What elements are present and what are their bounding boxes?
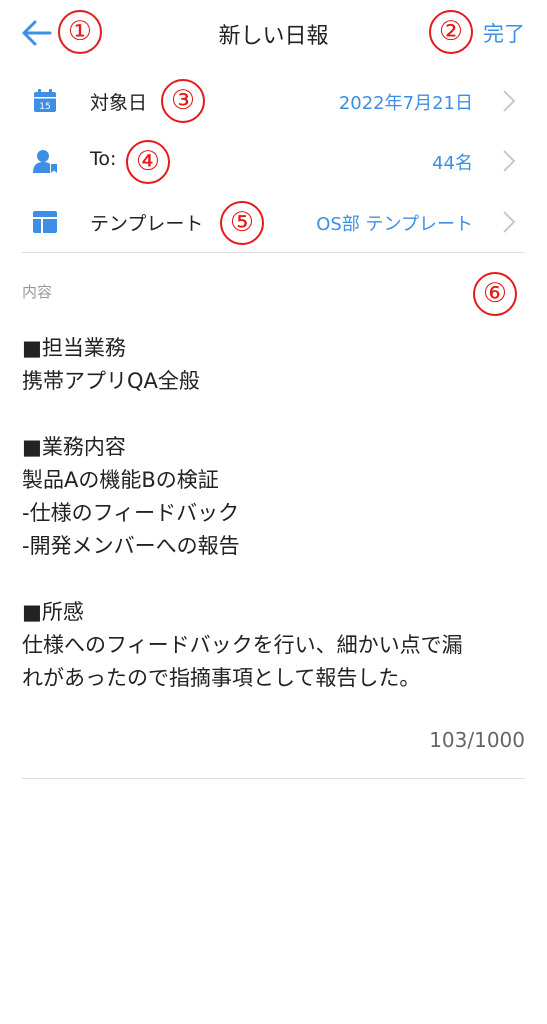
to-label: To: [90,148,117,170]
to-value[interactable]: 44名 [432,149,473,175]
annotation-marker-6: ⑥ [473,272,517,316]
divider [22,778,525,779]
divider [22,252,525,253]
template-icon [33,211,57,233]
chevron-right-icon [503,150,516,172]
annotation-marker-2: ② [429,10,473,54]
to-row[interactable]: To: 44名 [0,131,547,191]
calendar-day-text: 15 [39,102,50,112]
character-counter: 103/1000 [429,728,525,752]
content-textarea[interactable]: ■担当業務 携帯アプリQA全般 ■業務内容 製品Aの機能Bの検証 -仕様のフィー… [22,332,532,695]
date-value[interactable]: 2022年7月21日 [339,89,473,115]
template-row[interactable]: テンプレート OS部 テンプレート [0,192,547,252]
chevron-right-icon [503,90,516,112]
calendar-icon: 15 [34,89,56,112]
done-button[interactable]: 完了 [483,18,525,48]
date-row[interactable]: 15 対象日 2022年7月21日 [0,71,547,131]
person-icon [33,150,57,173]
content-label: 内容 [22,283,53,301]
date-label: 対象日 [90,92,148,114]
annotation-marker-1: ① [58,10,102,54]
template-label: テンプレート [90,213,204,235]
chevron-right-icon [503,211,516,233]
template-value[interactable]: OS部 テンプレート [316,210,473,236]
